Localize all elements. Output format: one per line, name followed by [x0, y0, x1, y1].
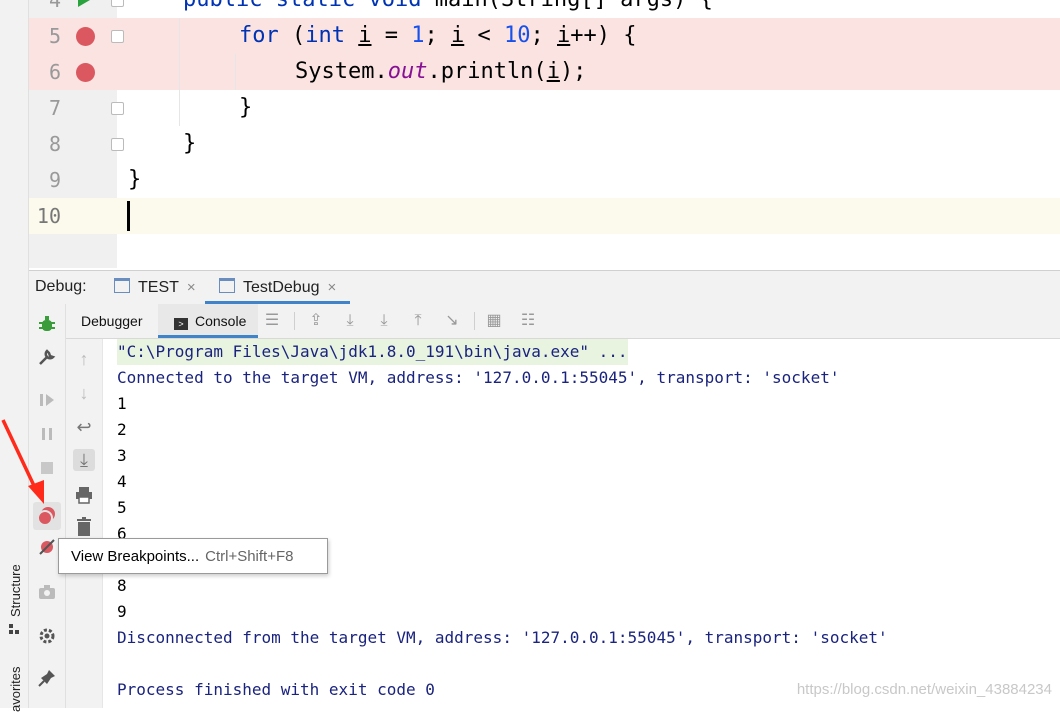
settings-icon[interactable]	[37, 626, 57, 646]
fold-marker[interactable]	[111, 0, 124, 7]
mute-breakpoints-icon[interactable]	[37, 537, 57, 557]
run-config-icon	[114, 278, 130, 293]
tooltip-shortcut: Ctrl+Shift+F8	[205, 548, 294, 565]
line-number: 8	[48, 132, 61, 156]
debugger-subtabs: Debugger > Console ☰ ⇪ ⤓ ⤓ ⤒ ↘ ▦ ☷	[66, 304, 1060, 339]
line-number: 10	[36, 204, 61, 228]
show-execution-point-icon[interactable]: ⇪	[306, 311, 326, 331]
close-icon[interactable]: ×	[187, 279, 196, 296]
console-output-line: 8	[117, 576, 127, 595]
tab-test[interactable]: TEST ×	[114, 271, 196, 304]
arrow-down-icon[interactable]: ↓	[73, 382, 95, 404]
code-text: }	[239, 95, 253, 120]
structure-tab[interactable]: Structure	[8, 564, 23, 617]
code-line-7[interactable]: 7 }	[29, 90, 1060, 126]
console-output-line: 3	[117, 446, 127, 465]
code-text: System.out.println(i);	[295, 59, 587, 84]
console-disconnected-line: Disconnected from the target VM, address…	[117, 628, 888, 647]
line-number: 5	[48, 24, 61, 48]
soft-wrap-icon[interactable]: ↩	[73, 416, 95, 438]
resume-icon[interactable]	[37, 390, 57, 410]
modify-config-icon[interactable]	[37, 347, 57, 367]
tab-debugger[interactable]: Debugger	[81, 304, 143, 338]
camera-icon[interactable]	[37, 582, 57, 602]
console-connected-line: Connected to the target VM, address: '12…	[117, 368, 840, 387]
side-tool-strip: Structure avorites	[0, 0, 29, 712]
breakpoint-icon[interactable]	[76, 63, 95, 82]
line-number: 6	[48, 60, 61, 84]
menu-icon[interactable]: ☰	[262, 311, 282, 331]
console-output-line: 9	[117, 602, 127, 621]
step-over-icon[interactable]: ⤓	[340, 311, 360, 331]
evaluate-expression-icon[interactable]: ▦	[484, 311, 504, 331]
console-side-toolbar: ↑ ↓ ↩ ⤓	[66, 304, 103, 708]
view-breakpoints-tooltip: View Breakpoints... Ctrl+Shift+F8	[58, 538, 328, 574]
tab-console[interactable]: > Console	[158, 304, 259, 338]
console-output-line: 4	[117, 472, 127, 491]
toolbar-separator	[474, 312, 475, 330]
trace-icon[interactable]: ☷	[518, 311, 538, 331]
code-text: }	[183, 131, 197, 156]
code-editor[interactable]: 4 public static void main(String[] args)…	[29, 0, 1060, 268]
watermark: https://blog.csdn.net/weixin_43884234	[796, 681, 1052, 698]
structure-icon	[9, 624, 19, 634]
code-line-10[interactable]: 10	[29, 198, 1060, 234]
indent-guide	[235, 54, 236, 90]
run-to-cursor-icon[interactable]: ↘	[442, 311, 462, 331]
code-text: for (int i = 1; i < 10; i++) {	[239, 23, 637, 48]
arrow-up-icon[interactable]: ↑	[73, 348, 95, 370]
code-line-8[interactable]: 8 }	[29, 126, 1060, 162]
fold-marker[interactable]	[111, 102, 124, 115]
code-text: }	[128, 167, 142, 192]
debug-tab-bar: Debug: TEST × TestDebug ×	[29, 270, 1060, 305]
debug-label: Debug:	[35, 278, 87, 295]
favorites-tab[interactable]: avorites	[8, 666, 23, 712]
scroll-to-end-icon[interactable]: ⤓	[73, 449, 95, 471]
rerun-debug-icon[interactable]	[37, 314, 57, 334]
run-config-icon	[219, 278, 235, 293]
code-line-4[interactable]: 4 public static void main(String[] args)…	[29, 0, 1060, 18]
console-output-line: 1	[117, 394, 127, 413]
step-into-icon[interactable]: ⤓	[374, 311, 394, 331]
step-out-icon[interactable]: ⤒	[408, 311, 428, 331]
code-line-6[interactable]: 6 System.out.println(i);	[29, 54, 1060, 90]
code-text: public static void main(String[] args) {	[183, 0, 713, 18]
print-icon[interactable]	[73, 484, 95, 506]
tab-testdebug[interactable]: TestDebug ×	[205, 271, 351, 304]
fold-marker[interactable]	[111, 138, 124, 151]
console-output-line: 2	[117, 420, 127, 439]
code-line-5[interactable]: 5 for (int i = 1; i < 10; i++) {	[29, 18, 1060, 54]
breakpoint-icon[interactable]	[76, 27, 95, 46]
console-finished-line: Process finished with exit code 0	[117, 680, 435, 699]
line-number: 4	[48, 0, 61, 12]
console-output-line: 5	[117, 498, 127, 517]
code-line-9[interactable]: 9 }	[29, 162, 1060, 198]
console-icon: >	[174, 318, 188, 330]
console-command-line: "C:\Program Files\Java\jdk1.8.0_191\bin\…	[117, 339, 628, 365]
text-caret	[127, 201, 130, 231]
fold-marker[interactable]	[111, 30, 124, 43]
close-icon[interactable]: ×	[328, 279, 337, 296]
toolbar-separator	[294, 312, 295, 330]
console-output[interactable]: "C:\Program Files\Java\jdk1.8.0_191\bin\…	[103, 339, 1060, 708]
clear-all-icon[interactable]	[73, 516, 95, 538]
pin-icon[interactable]	[37, 668, 57, 688]
line-number: 7	[48, 96, 61, 120]
indent-guide	[179, 18, 180, 126]
run-gutter-icon[interactable]	[77, 0, 91, 8]
line-number: 9	[48, 168, 61, 192]
annotation-arrow-icon	[1, 419, 44, 504]
tooltip-title: View Breakpoints...	[71, 548, 200, 565]
